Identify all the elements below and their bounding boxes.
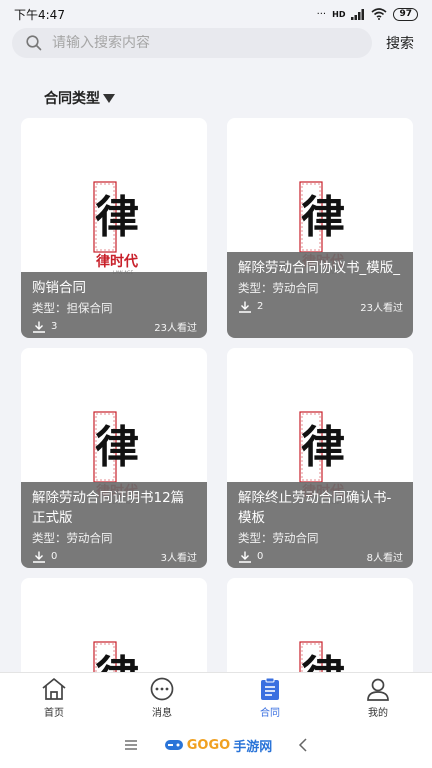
card-info-overlay: 购销合同 类型：担保合同 3 23人看过: [21, 272, 207, 338]
status-bar: 下午4:47 ··· HD 97: [0, 0, 432, 28]
download-count-value: 2: [257, 301, 264, 312]
download-icon: [239, 301, 251, 313]
watermark-text-gogo: GOGO: [186, 737, 231, 753]
download-count-value: 0: [51, 551, 58, 562]
nav-messages-label: 消息: [152, 707, 172, 719]
cell-signal-icon: [351, 8, 365, 20]
home-icon: [42, 677, 66, 700]
nav-profile-label: 我的: [368, 707, 388, 719]
status-icons: ··· HD 97: [316, 7, 418, 21]
contract-card[interactable]: 律 律时代 LAW AGE 购销合同 类型：担保合同 3 23人看过: [21, 118, 207, 338]
back-chevron-icon[interactable]: [298, 738, 308, 752]
contract-card[interactable]: 律 律时代 LAW AGE 解除终止劳动合同确认书-模板 类型：劳动合同 0: [227, 348, 413, 568]
profile-icon: [367, 678, 389, 701]
watermark-gamepad-icon: [164, 740, 183, 750]
view-count: 23人看过: [154, 323, 197, 334]
filter-label: 合同类型: [44, 91, 100, 107]
download-icon: [239, 551, 251, 563]
card-type: 类型：劳动合同: [32, 531, 113, 545]
download-count: 0: [32, 551, 57, 563]
nav-contracts[interactable]: 合同: [216, 673, 324, 722]
menu-icon[interactable]: [124, 739, 138, 751]
message-icon: [150, 677, 174, 700]
bottom-nav: 首页 消息 合同 我的: [0, 672, 432, 722]
card-title: 解除劳动合同协议书_模版_: [238, 260, 400, 276]
logo-big-char: 律: [95, 422, 139, 473]
download-count: 3: [32, 321, 57, 333]
logo-brand: 律时代: [96, 253, 138, 270]
status-time: 下午4:47: [14, 7, 65, 22]
download-count: 2: [238, 301, 263, 313]
logo-big-char: 律: [301, 422, 345, 473]
card-info-overlay: 解除终止劳动合同确认书-模板 类型：劳动合同 0 8人看过: [227, 482, 413, 568]
card-title: 解除劳动合同证明书12篇正式版: [32, 490, 185, 526]
search-row: 搜索: [12, 28, 424, 58]
contract-type-filter[interactable]: 合同类型: [44, 88, 115, 108]
download-count-value: 0: [257, 551, 264, 562]
battery-indicator: 97: [393, 7, 418, 21]
wifi-icon: [371, 8, 387, 20]
search-icon: [26, 35, 42, 51]
nav-contracts-label: 合同: [260, 707, 280, 719]
download-icon: [33, 551, 45, 563]
download-count-value: 3: [51, 321, 58, 332]
search-button[interactable]: 搜索: [386, 33, 414, 53]
card-footer: 0 3人看过: [32, 549, 197, 564]
view-count: 8人看过: [366, 553, 403, 564]
search-input[interactable]: [52, 35, 332, 51]
nav-messages[interactable]: 消息: [108, 673, 216, 722]
card-info-overlay: 解除劳动合同协议书_模版_ 类型：劳动合同 2 23人看过: [227, 252, 413, 338]
card-type: 类型：劳动合同: [238, 531, 319, 545]
card-title: 购销合同: [32, 280, 86, 296]
contract-icon: [261, 677, 279, 700]
card-info-overlay: 解除劳动合同证明书12篇正式版 类型：劳动合同 0 3人看过: [21, 482, 207, 568]
download-count: 0: [238, 551, 263, 563]
watermark-text-site: 手游网: [233, 739, 273, 755]
card-title: 解除终止劳动合同确认书-模板: [238, 490, 392, 526]
search-box[interactable]: [12, 28, 372, 58]
nav-home[interactable]: 首页: [0, 673, 108, 722]
signal-dots-icon: ···: [316, 8, 327, 20]
card-type: 类型：劳动合同: [238, 281, 319, 295]
nav-profile[interactable]: 我的: [324, 673, 432, 722]
nav-home-label: 首页: [44, 707, 64, 719]
card-footer: 0 8人看过: [238, 549, 403, 564]
dropdown-triangle-icon: [103, 93, 115, 103]
network-label: HD: [332, 9, 346, 19]
logo-big-char: 律: [95, 192, 139, 243]
view-count: 3人看过: [160, 553, 197, 564]
card-type: 类型：担保合同: [32, 301, 113, 315]
contract-card[interactable]: 律 律时代 LAW AGE 解除劳动合同证明书12篇正式版 类型：劳动合同 0: [21, 348, 207, 568]
view-count: 23人看过: [360, 303, 403, 314]
card-footer: 3 23人看过: [32, 319, 197, 334]
contract-card[interactable]: 律 律时代 LAW AGE 解除劳动合同协议书_模版_ 类型：劳动合同 2: [227, 118, 413, 338]
system-nav-bar: GOGO 手游网: [0, 722, 432, 768]
card-footer: 2 23人看过: [238, 299, 403, 314]
logo-big-char: 律: [301, 192, 345, 243]
download-icon: [33, 321, 45, 333]
watermark-logo: GOGO 手游网: [164, 736, 272, 755]
law-age-logo: 律 律时代 LAW AGE: [93, 181, 139, 274]
